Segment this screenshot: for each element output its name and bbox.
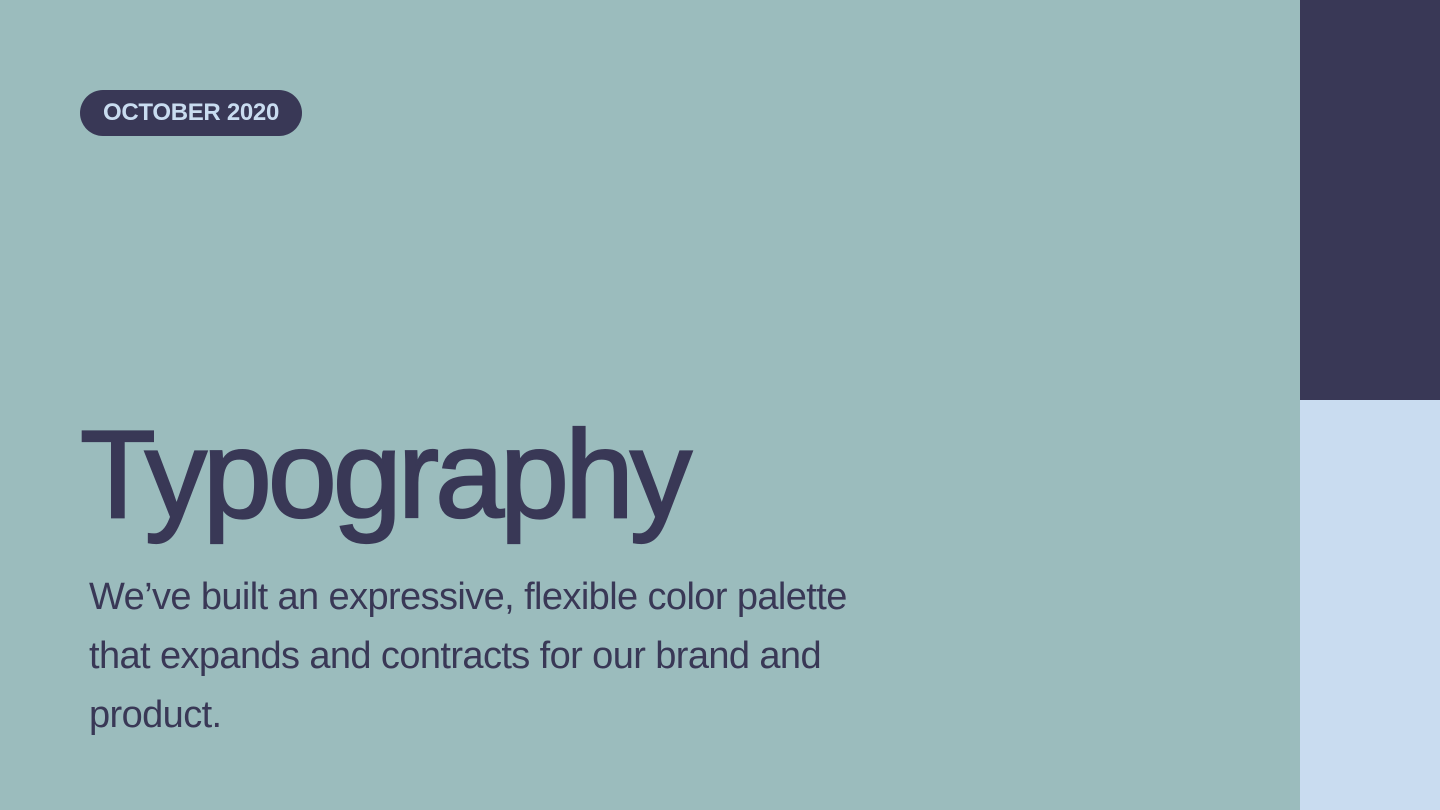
date-badge: OCTOBER 2020	[80, 90, 303, 136]
page-title: Typography	[79, 405, 693, 545]
slide: OCTOBER 2020 Typography We’ve built an e…	[0, 0, 1440, 810]
color-swatch-dark	[1300, 0, 1440, 400]
color-swatch-light	[1300, 400, 1440, 810]
page-subtitle: We’ve built an expressive, flexible colo…	[89, 576, 847, 736]
